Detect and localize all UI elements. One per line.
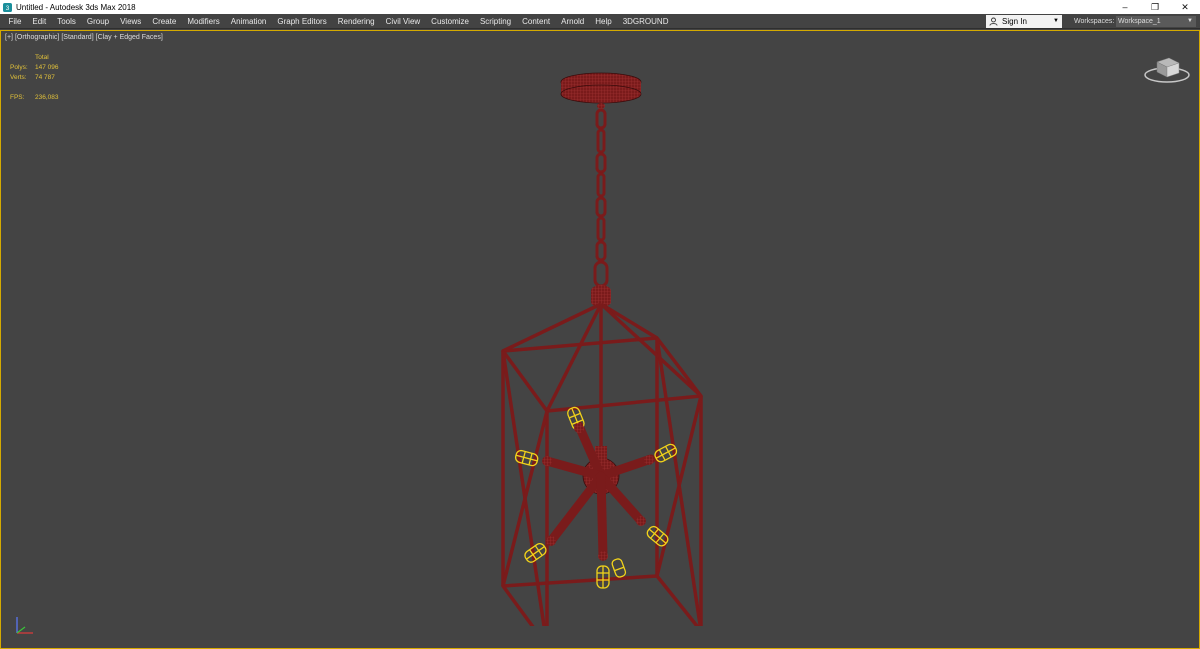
menu-content[interactable]: Content [517,14,556,29]
restore-button[interactable]: ❐ [1140,0,1170,14]
menu-3dground[interactable]: 3DGROUND [617,14,674,29]
menu-arnold[interactable]: Arnold [556,14,590,29]
menu-animation[interactable]: Animation [225,14,272,29]
workspace-value: Workspace_1 [1118,18,1161,25]
window-controls: – ❐ ✕ [1110,0,1200,14]
viewcube-icon[interactable] [1141,53,1193,85]
menu-create[interactable]: Create [147,14,182,29]
svg-text:3: 3 [6,4,10,11]
fps-value: 236,083 [35,94,59,101]
3dsmax-app-icon: 3 [3,2,12,12]
ceiling-canopy [560,72,642,109]
sign-in-label: Sign In [1002,17,1027,26]
chevron-down-icon: ▼ [1187,18,1193,24]
title-bar: 3 Untitled - Autodesk 3ds Max 2018 – ❐ ✕ [0,0,1200,14]
axis-tripod-icon [16,617,33,634]
perspective-viewport[interactable]: [+] [Orthographic] [Standard] [Clay + Edged… [0,30,1200,649]
chain [593,108,609,288]
minimize-button[interactable]: – [1110,0,1140,14]
menu-rendering[interactable]: Rendering [332,14,380,29]
sputnik-hub [542,421,656,561]
menu-bar: File Edit Tools Group Views Create Modif… [0,14,1200,29]
viewport-label-menu: [+] [Orthographic] [Standard] [Clay + Edged… [5,34,165,41]
chevron-down-icon: ▼ [1053,18,1059,24]
menu-help[interactable]: Help [590,14,617,29]
menu-customize[interactable]: Customize [426,14,475,29]
user-icon [989,17,998,26]
menu-tools[interactable]: Tools [52,14,82,29]
viewport-statistics: Total Polys: 147 096 Verts: 74 787 FPS: 236… [10,53,59,103]
menu-views[interactable]: Views [115,14,147,29]
verts-value: 74 787 [35,74,55,81]
fps-label: FPS: [10,94,25,101]
menu-graph-editors[interactable]: Graph Editors [272,14,332,29]
sign-in-dropdown[interactable]: Sign In ▼ [986,15,1062,28]
menu-civil-view[interactable]: Civil View [380,14,426,29]
light-bulbs [514,406,678,589]
pendant-lantern-model[interactable] [481,66,721,626]
menu-file[interactable]: File [3,14,27,29]
menu-modifiers[interactable]: Modifiers [182,14,225,29]
viewport-shading-menu[interactable]: [Standard] [61,34,93,41]
polys-label: Polys: [10,64,28,71]
close-button[interactable]: ✕ [1170,0,1200,14]
window-title: Untitled - Autodesk 3ds Max 2018 [16,2,136,12]
menu-scripting[interactable]: Scripting [474,14,516,29]
verts-label: Verts: [10,74,27,81]
polys-value: 147 096 [35,64,59,71]
stats-header: Total [35,54,49,61]
workspace-select[interactable]: Workspace_1 ▼ [1116,16,1196,27]
menu-edit[interactable]: Edit [27,14,52,29]
viewport-view-menu[interactable]: [Orthographic] [15,34,59,41]
workspaces-label: Workspaces: [1074,18,1115,25]
viewport-display-menu[interactable]: [Clay + Edged Faces] [96,34,163,41]
viewport-general-menu[interactable]: [+] [5,34,13,41]
main-menu: File Edit Tools Group Views Create Modif… [0,14,674,29]
menu-group[interactable]: Group [81,14,114,29]
